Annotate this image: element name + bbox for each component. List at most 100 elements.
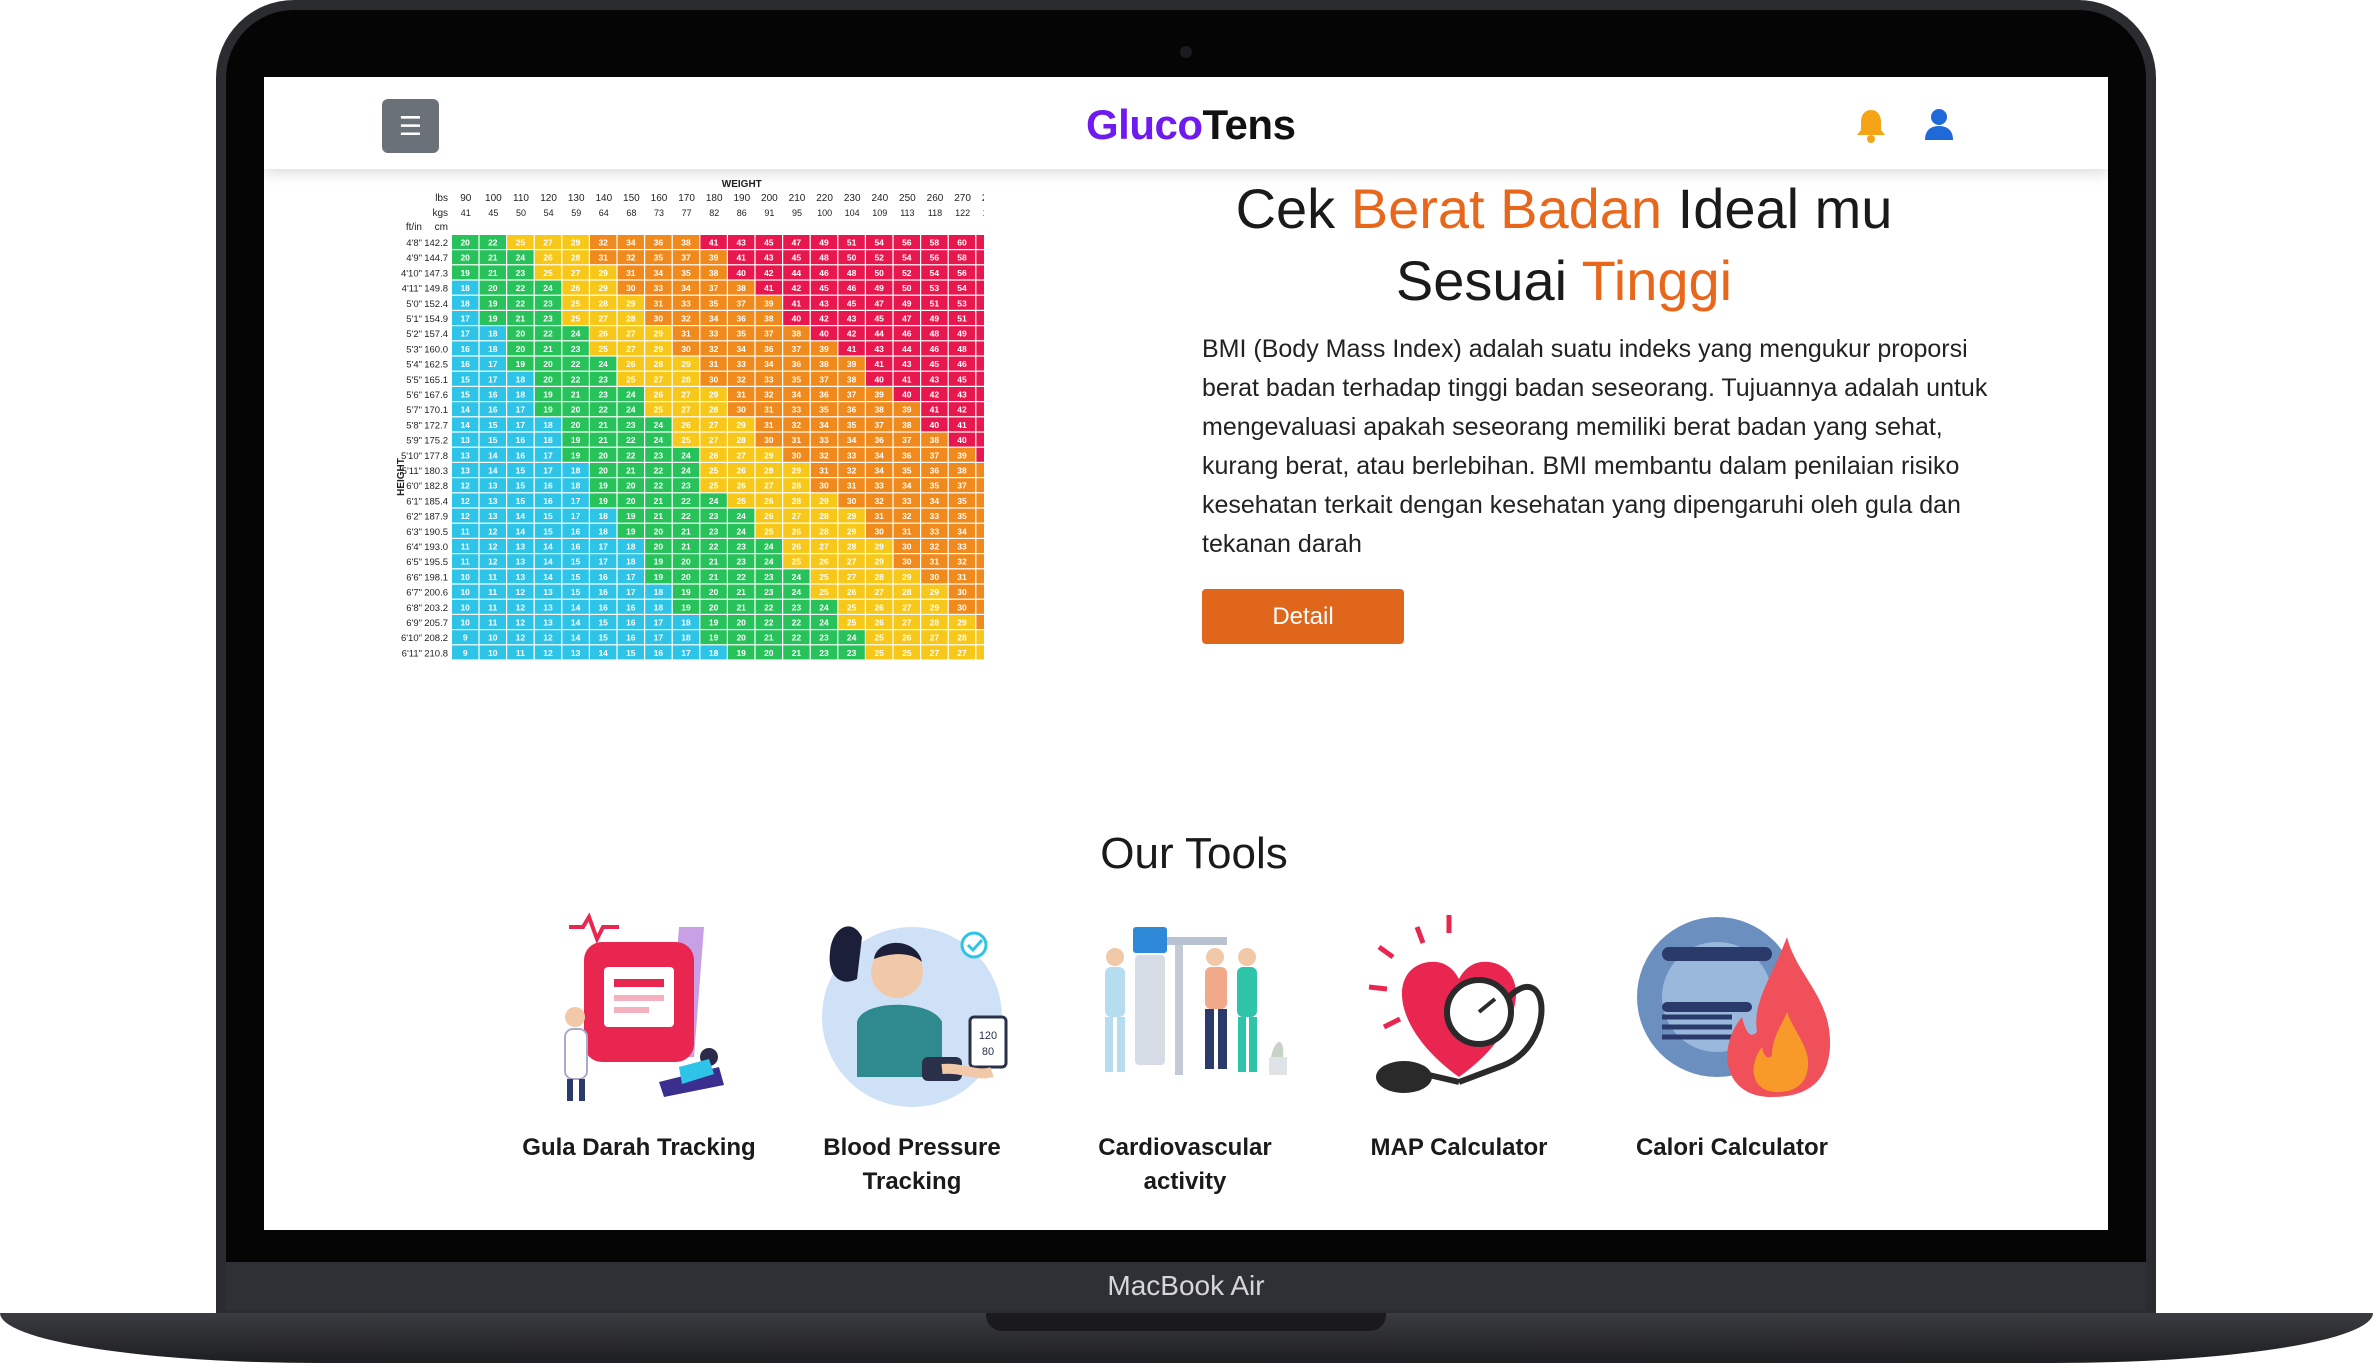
bell-icon[interactable] [1854, 107, 1888, 143]
height-ftin-tick: 4'10" [401, 268, 422, 279]
tool-map-calculator[interactable]: MAP Calculator [1329, 907, 1589, 1165]
bmi-cell-value: 14 [543, 542, 553, 552]
height-ftin-tick: 5'0" [406, 299, 422, 310]
bmi-cell-value: 22 [764, 602, 774, 612]
bmi-cell-value: 14 [516, 526, 526, 536]
bmi-cell-value: 44 [874, 329, 884, 339]
height-ftin-tick: 6'9" [406, 618, 422, 629]
height-cm-tick: 203.2 [424, 603, 448, 614]
bmi-cell-value: 29 [571, 238, 581, 248]
menu-button[interactable]: ☰ [382, 99, 439, 153]
bmi-cell-value: 22 [488, 238, 498, 248]
brand-logo[interactable]: GlucoTens [1086, 101, 1296, 149]
bmi-cell-value: 17 [598, 542, 608, 552]
bmi-cell-value: 16 [654, 648, 664, 658]
lbs-tick: 250 [899, 193, 916, 204]
bmi-cell-value: 21 [516, 314, 526, 324]
tool-calori-calculator[interactable]: Calori Calculator [1602, 907, 1862, 1165]
bmi-cell-value: 30 [957, 602, 967, 612]
bmi-cell-value: 22 [736, 572, 746, 582]
bmi-cell-value: 13 [516, 557, 526, 567]
lbs-tick: 210 [789, 193, 806, 204]
bmi-chart: WEIGHT HEIGHT lbs kgs ft/in cm 90 100 110 120 130 1… [384, 177, 984, 752]
bmi-cell-value: 25 [764, 526, 774, 536]
bmi-cell-value: 17 [516, 405, 526, 415]
tool-gula-darah[interactable]: Gula Darah Tracking [509, 907, 769, 1165]
bmi-cell-value: 35 [654, 253, 664, 263]
bmi-cell-value: 24 [736, 526, 746, 536]
bmi-cell-value: 34 [874, 466, 884, 476]
bmi-cell-value: 46 [847, 283, 857, 293]
height-cm-tick: 160.0 [424, 344, 448, 355]
bmi-cell-value: 35 [819, 405, 829, 415]
bmi-cell-value: 25 [902, 648, 912, 658]
bmi-cell-value: 17 [626, 572, 636, 582]
bmi-cell-value: 31 [598, 253, 608, 263]
bmi-cell-value: 17 [626, 587, 636, 597]
bmi-cell-value: 27 [764, 481, 774, 491]
bmi-cell-value: 19 [571, 450, 581, 460]
bmi-cell-value: 20 [460, 238, 470, 248]
kgs-tick: 100 [817, 208, 832, 218]
tool-cardiovascular[interactable]: Cardiovascular activity [1055, 907, 1315, 1199]
bmi-cell [976, 280, 984, 295]
bmi-cell-value: 30 [626, 283, 636, 293]
bmi-cell-value: 14 [460, 420, 470, 430]
kgs-tick: 50 [516, 208, 526, 218]
bmi-cell-value: 29 [626, 298, 636, 308]
hero-description: BMI (Body Mass Index) adalah suatu indek… [1202, 335, 1988, 558]
height-cm-tick: 154.9 [424, 314, 448, 325]
bmi-cell [976, 615, 984, 629]
bmi-cell-value: 14 [488, 450, 498, 460]
bmi-cell-value: 32 [598, 238, 608, 248]
bmi-cell-value: 25 [571, 298, 581, 308]
bmi-cell-value: 25 [516, 238, 526, 248]
bmi-cell-value: 22 [516, 298, 526, 308]
bmi-cell-value: 31 [709, 359, 719, 369]
lbs-tick: 110 [513, 193, 529, 204]
bmi-cell-value: 21 [626, 466, 636, 476]
bmi-cell-value: 13 [460, 435, 470, 445]
hero-title-accent1: Berat Badan [1350, 177, 1663, 240]
bmi-cell-value: 15 [543, 511, 553, 521]
bmi-cell-value: 45 [764, 238, 774, 248]
bmi-cell-value: 33 [930, 511, 940, 521]
bmi-cell-value: 21 [681, 542, 691, 552]
user-icon[interactable] [1924, 107, 1954, 141]
bmi-cell-value: 27 [709, 420, 719, 430]
bmi-cell-value: 21 [736, 587, 746, 597]
bmi-cell-value: 20 [654, 526, 664, 536]
bmi-cell-value: 39 [874, 390, 884, 400]
bmi-cell-value: 24 [819, 618, 829, 628]
bmi-cell-value: 12 [516, 633, 526, 643]
bmi-cell-value: 13 [488, 511, 498, 521]
bmi-cell-value: 30 [792, 450, 802, 460]
detail-button[interactable]: Detail [1202, 589, 1404, 644]
bmi-cell-value: 45 [874, 314, 884, 324]
bmi-cell-value: 19 [654, 557, 664, 567]
brand-part1: Gluco [1086, 101, 1203, 148]
bmi-cell [976, 539, 984, 553]
bmi-cell-value: 16 [516, 450, 526, 460]
bmi-cell-value: 34 [819, 420, 829, 430]
bmi-cell-value: 31 [819, 466, 829, 476]
tool-blood-pressure[interactable]: 120 80 Blood Pressure Tracking [782, 907, 1042, 1199]
bmi-cell-value: 19 [460, 268, 470, 278]
bmi-cell-value: 31 [626, 268, 636, 278]
height-cm-tick: 180.3 [424, 466, 448, 477]
bmi-cell-value: 48 [847, 268, 857, 278]
bmi-cell-value: 28 [626, 314, 636, 324]
bmi-cell-value: 24 [654, 435, 664, 445]
bmi-cell-value: 26 [874, 602, 884, 612]
bmi-cell-value: 33 [764, 374, 774, 384]
bmi-cell-value: 18 [626, 557, 636, 567]
bmi-cell-value: 10 [460, 587, 470, 597]
navbar: ☰ GlucoTens [264, 77, 2108, 169]
bmi-cell-value: 34 [874, 450, 884, 460]
bmi-cell-value: 12 [488, 542, 498, 552]
bmi-cell-value: 12 [543, 648, 553, 658]
bmi-cell-value: 17 [488, 359, 498, 369]
bmi-cell-value: 32 [847, 466, 857, 476]
bmi-cell-value: 28 [736, 435, 746, 445]
bmi-cell-value: 20 [516, 329, 526, 339]
